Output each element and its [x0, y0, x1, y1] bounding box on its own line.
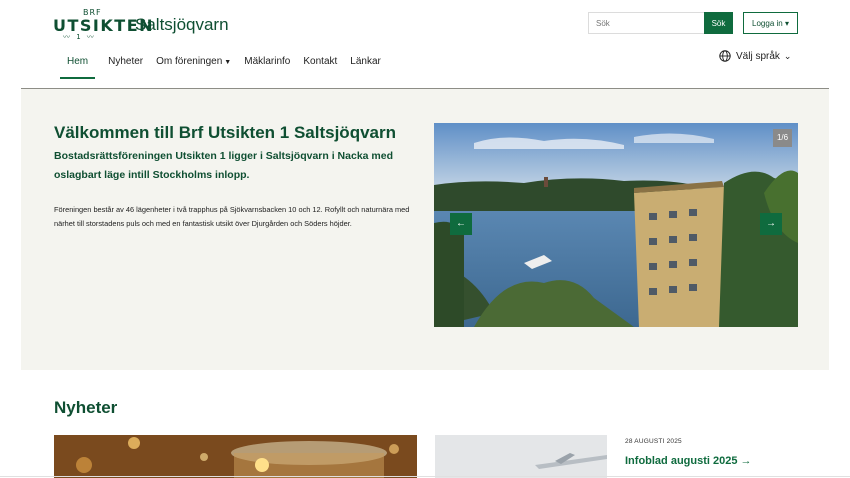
language-selector[interactable]: Välj språk ⌄: [719, 50, 791, 62]
hero-title: Välkommen till Brf Utsikten 1 Saltsjöqva…: [54, 123, 396, 142]
arrow-right-icon[interactable]: →: [760, 213, 782, 235]
news-link[interactable]: Infoblad augusti 2025 →: [625, 455, 752, 467]
nav-item-maklarinfo[interactable]: Mäklarinfo: [244, 50, 290, 79]
slide-counter: 1/6: [773, 129, 792, 147]
language-label: Välj språk: [736, 50, 780, 62]
candle-image: [54, 435, 417, 478]
search-form: Sök: [588, 12, 733, 34]
image-slider[interactable]: 1/6 ← →: [434, 123, 798, 327]
hero-section: Välkommen till Brf Utsikten 1 Saltsjöqva…: [21, 89, 829, 370]
nav-item-om-foreningen[interactable]: Om föreningen ▼: [156, 50, 231, 79]
arrow-left-icon[interactable]: ←: [450, 213, 472, 235]
logo-name: Saltsjöqvarn: [135, 15, 229, 34]
site-logo[interactable]: BRF UTSIKTEN 〰 1 〰 Saltsjöqvarn: [53, 6, 229, 41]
nav-item-kontakt[interactable]: Kontakt: [303, 50, 337, 79]
search-input[interactable]: [588, 12, 704, 34]
site-header: BRF UTSIKTEN 〰 1 〰 Saltsjöqvarn Sök Logg…: [0, 0, 850, 89]
logo-number: 〰 1 〰: [63, 33, 96, 41]
news-image-2[interactable]: [435, 435, 607, 478]
slider-image: [434, 123, 798, 327]
news-image-candle[interactable]: [54, 435, 417, 478]
caret-down-icon: ▼: [224, 59, 232, 66]
nav-item-om-foreningen-label: Om föreningen: [156, 56, 223, 67]
login-button[interactable]: Logga in ▾: [743, 12, 798, 34]
news-heading: Nyheter: [54, 398, 118, 417]
nav-item-nyheter[interactable]: Nyheter: [108, 50, 143, 79]
hero-lead: Bostadsrättsföreningen Utsikten 1 ligger…: [54, 150, 394, 181]
hero-body: Föreningen består av 46 lägenheter i två…: [54, 205, 410, 228]
nav-item-lankar[interactable]: Länkar: [350, 50, 381, 79]
globe-icon: [719, 50, 731, 62]
news-image-graphic: [435, 435, 607, 478]
nav-item-hem[interactable]: Hem: [60, 50, 96, 79]
news-date: 28 AUGUSTI 2025: [625, 438, 682, 445]
search-button[interactable]: Sök: [704, 12, 733, 34]
main-nav: Hem Nyheter Om föreningen ▼ Mäklarinfo Ko…: [60, 50, 394, 79]
bottom-divider: [0, 476, 850, 477]
chevron-down-icon: ⌄: [783, 50, 792, 61]
logo-mark: BRF UTSIKTEN 〰 1 〰: [53, 6, 153, 41]
